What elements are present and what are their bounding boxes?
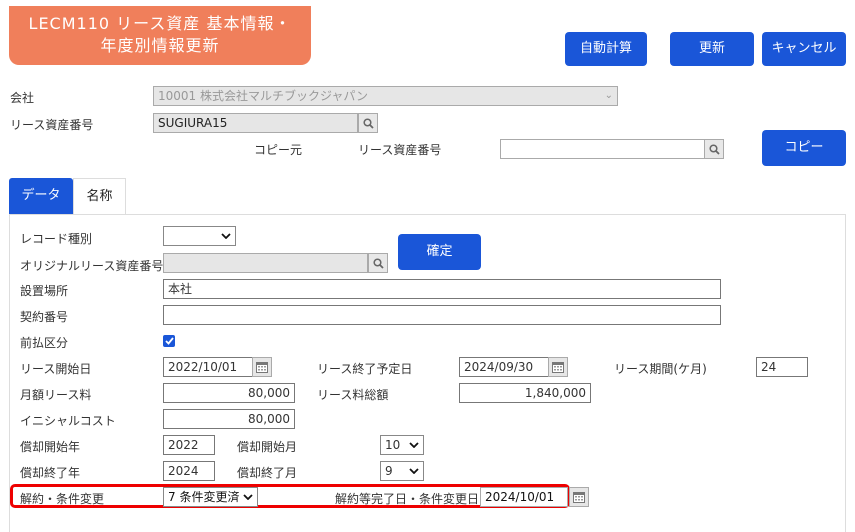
asset-no-input[interactable]: SUGIURA15 xyxy=(153,113,358,133)
dep-start-year-input[interactable]: 2022 xyxy=(163,435,215,455)
original-asset-no-label: オリジナルリース資産番号 xyxy=(20,259,164,273)
lease-end-calendar-button[interactable] xyxy=(548,357,568,377)
cancel-button[interactable]: キャンセル xyxy=(762,32,846,66)
confirm-button[interactable]: 確定 xyxy=(398,234,481,270)
copy-source-label: コピー元 xyxy=(254,143,303,157)
monthly-fee-label: 月額リース料 xyxy=(20,388,92,402)
page-title-line1: LECM110 リース資産 基本情報・ xyxy=(28,14,292,33)
contract-no-input[interactable] xyxy=(163,305,721,325)
prepaid-checkbox[interactable] xyxy=(163,335,175,347)
company-label: 会社 xyxy=(10,91,35,105)
calendar-icon xyxy=(256,362,268,373)
auto-calc-button[interactable]: 自動計算 xyxy=(565,32,647,66)
page-title: LECM110 リース資産 基本情報・ 年度別情報更新 xyxy=(9,6,311,65)
termination-select[interactable]: 7 条件変更済 xyxy=(163,487,258,507)
initial-cost-label: イニシャルコスト xyxy=(20,414,116,428)
dep-start-month-select[interactable]: 10 xyxy=(380,435,424,455)
dep-end-month-label: 償却終了月 xyxy=(237,466,298,480)
dep-end-year-label: 償却終了年 xyxy=(20,466,81,480)
chevron-down-icon xyxy=(221,233,231,239)
monthly-fee-input[interactable]: 80,000 xyxy=(163,383,295,403)
checkmark-icon xyxy=(164,337,174,345)
contract-no-label: 契約番号 xyxy=(20,310,69,324)
prepaid-label: 前払区分 xyxy=(20,336,69,350)
termination-date-calendar-button[interactable] xyxy=(569,487,589,507)
record-type-select[interactable] xyxy=(163,226,236,246)
copy-search-button[interactable] xyxy=(704,139,724,159)
calendar-icon xyxy=(552,362,564,373)
lease-start-label: リース開始日 xyxy=(20,362,92,376)
original-asset-search-button[interactable] xyxy=(368,253,388,273)
company-select[interactable]: 10001 株式会社マルチブックジャパン ⌄ xyxy=(153,86,618,106)
dep-end-month-value: 9 xyxy=(385,464,393,478)
location-label: 設置場所 xyxy=(20,284,69,298)
chevron-down-icon xyxy=(243,494,253,500)
termination-value: 7 条件変更済 xyxy=(168,490,240,504)
asset-no-search-button[interactable] xyxy=(358,113,378,133)
search-icon xyxy=(372,257,384,269)
initial-cost-input[interactable]: 80,000 xyxy=(163,409,295,429)
termination-date-input[interactable]: 2024/10/01 xyxy=(480,487,568,507)
lease-end-planned-label: リース終了予定日 xyxy=(317,362,413,376)
search-icon xyxy=(362,117,374,129)
tab-data[interactable]: データ xyxy=(9,178,73,214)
lease-period-label: リース期間(ケ月) xyxy=(614,362,707,376)
record-type-label: レコード種別 xyxy=(20,232,93,246)
location-input[interactable]: 本社 xyxy=(163,279,721,299)
dep-end-month-select[interactable]: 9 xyxy=(380,461,424,481)
copy-asset-no-label: リース資産番号 xyxy=(358,143,442,157)
tab-name[interactable]: 名称 xyxy=(73,178,126,214)
calendar-icon xyxy=(573,492,585,503)
copy-button[interactable]: コピー xyxy=(762,130,846,166)
chevron-down-icon xyxy=(409,442,419,448)
dep-start-month-value: 10 xyxy=(385,438,401,452)
update-button[interactable]: 更新 xyxy=(670,32,754,66)
search-icon xyxy=(708,143,720,155)
dep-start-year-label: 償却開始年 xyxy=(20,440,81,454)
dep-end-year-input[interactable]: 2024 xyxy=(163,461,215,481)
total-fee-input[interactable]: 1,840,000 xyxy=(459,383,591,403)
company-value: 10001 株式会社マルチブックジャパン xyxy=(158,89,368,103)
lease-end-planned-input[interactable]: 2024/09/30 xyxy=(459,357,549,377)
page-title-line2: 年度別情報更新 xyxy=(100,36,220,55)
total-fee-label: リース料総額 xyxy=(317,388,389,402)
termination-date-label: 解約等完了日・条件変更日 xyxy=(335,492,480,506)
lease-start-calendar-button[interactable] xyxy=(252,357,272,377)
chevron-down-icon xyxy=(409,468,419,474)
termination-label: 解約・条件変更 xyxy=(20,492,105,506)
chevron-down-icon: ⌄ xyxy=(604,90,613,101)
original-asset-no-input[interactable] xyxy=(163,253,368,273)
lease-start-input[interactable]: 2022/10/01 xyxy=(163,357,253,377)
lease-period-input[interactable]: 24 xyxy=(756,357,808,377)
copy-asset-no-input[interactable] xyxy=(500,139,705,159)
asset-no-label: リース資産番号 xyxy=(10,118,94,132)
dep-start-month-label: 償却開始月 xyxy=(237,440,298,454)
